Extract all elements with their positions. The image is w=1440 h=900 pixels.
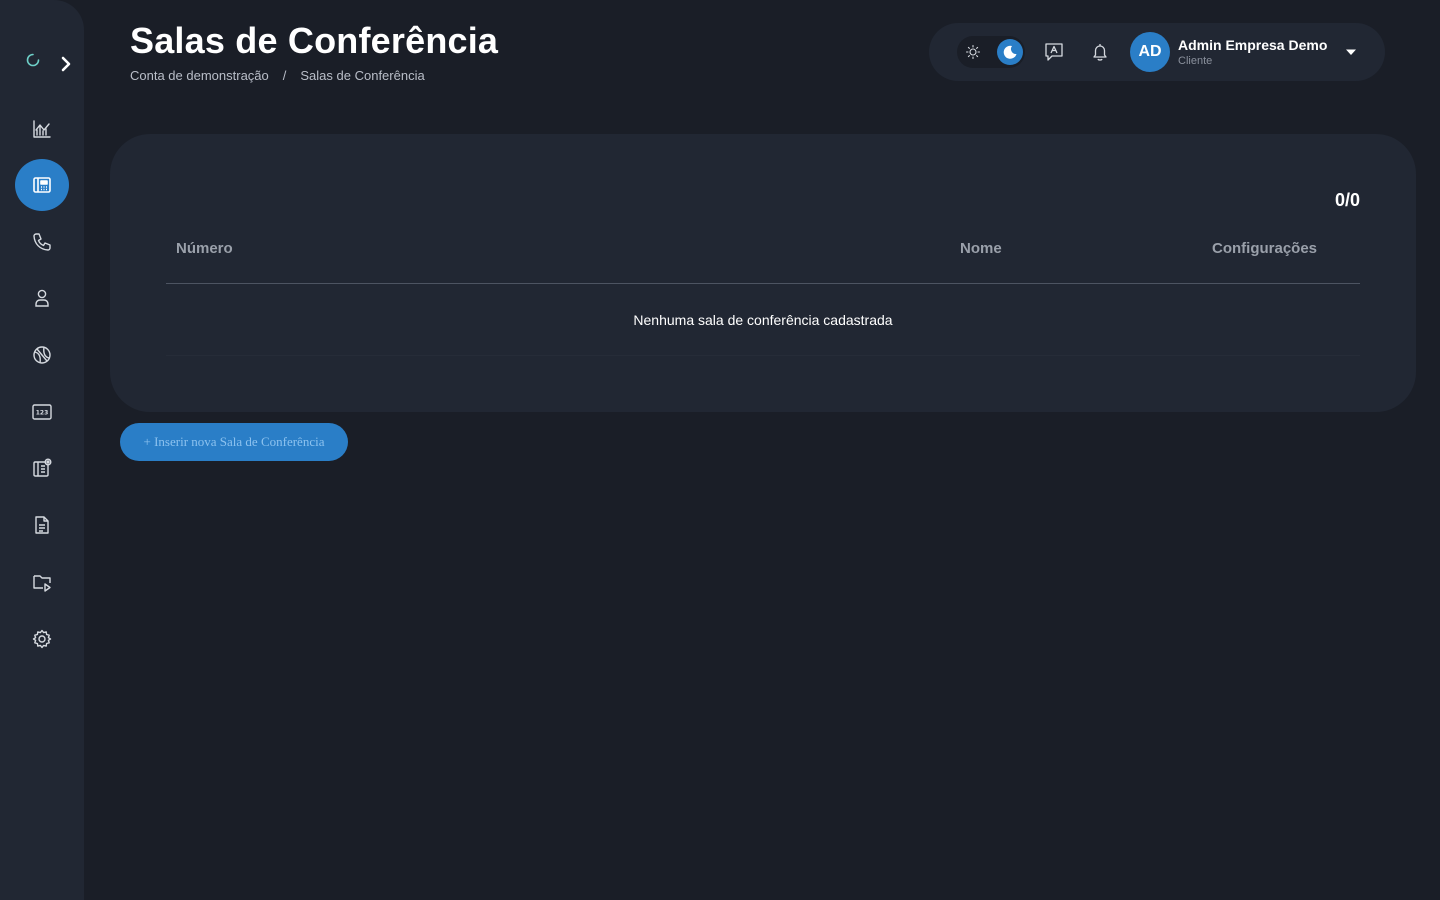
pagination-count: 0/0	[1334, 190, 1360, 210]
document-icon	[35, 516, 49, 534]
support-chat-icon[interactable]	[1043, 41, 1065, 63]
sidebar-item-extensions[interactable]	[15, 442, 69, 494]
add-conference-room-button[interactable]: + Inserir nova Sala de Conferência	[120, 423, 348, 461]
expand-sidebar-chevron-icon[interactable]	[58, 55, 74, 73]
empty-state-message: Nenhuma sala de conferência cadastrada	[633, 311, 893, 328]
table-header: Número Nome Configurações	[166, 234, 1360, 284]
empty-state-row: Nenhuma sala de conferência cadastrada	[166, 284, 1360, 356]
breadcrumb: Conta de demonstração / Salas de Conferê…	[130, 68, 425, 83]
conference-rooms-table: Número Nome Configurações Nenhuma sala d…	[166, 234, 1360, 356]
sidebar-item-reports[interactable]	[15, 499, 69, 551]
topbar: AD Admin Empresa Demo Cliente	[929, 23, 1385, 81]
sidebar-item-users[interactable]	[15, 272, 69, 324]
theme-toggle[interactable]	[957, 36, 1025, 68]
sidebar-item-recordings[interactable]	[15, 556, 69, 608]
column-header-nome[interactable]: Nome	[960, 240, 1002, 257]
user-role: Cliente	[1178, 55, 1213, 67]
sidebar-item-dashboard[interactable]	[15, 103, 69, 155]
sidebar-item-network[interactable]	[15, 329, 69, 381]
sun-icon[interactable]	[965, 44, 981, 60]
breadcrumb-current: Salas de Conferência	[300, 68, 425, 83]
column-header-configuracoes: Configurações	[1212, 240, 1318, 257]
conference-rooms-card: 0/0 Número Nome Configurações Nenhuma sa…	[110, 134, 1416, 412]
numeric-keypad-icon: 123	[32, 404, 52, 420]
loading-spinner-icon	[26, 53, 40, 67]
moon-icon	[1003, 45, 1017, 59]
svg-text:123: 123	[36, 410, 49, 417]
sidebar-item-settings[interactable]	[15, 613, 69, 665]
sidebar-item-calls[interactable]	[15, 216, 69, 268]
user-icon	[35, 289, 49, 307]
sidebar-item-conference-rooms[interactable]	[15, 159, 69, 211]
sidebar: 123	[0, 0, 84, 900]
page-title: Salas de Conferência	[130, 20, 499, 61]
user-name[interactable]: Admin Empresa Demo	[1178, 37, 1327, 53]
column-header-numero[interactable]: Número	[176, 240, 233, 257]
phone-icon	[33, 233, 51, 251]
folder-play-icon	[33, 575, 51, 592]
breadcrumb-account-link[interactable]: Conta de demonstração	[130, 68, 269, 83]
breadcrumb-separator: /	[282, 68, 287, 83]
caret-down-icon[interactable]	[1345, 48, 1357, 56]
phone-book-settings-icon	[33, 458, 52, 477]
dark-mode-button[interactable]	[997, 39, 1023, 65]
sidebar-item-numbers[interactable]: 123	[15, 386, 69, 438]
phone-book-icon	[33, 177, 51, 193]
chart-line-icon	[33, 120, 51, 138]
globe-icon	[33, 346, 51, 364]
gear-icon	[32, 629, 52, 649]
user-avatar[interactable]: AD	[1130, 32, 1170, 72]
notifications-bell-icon[interactable]	[1089, 41, 1111, 63]
